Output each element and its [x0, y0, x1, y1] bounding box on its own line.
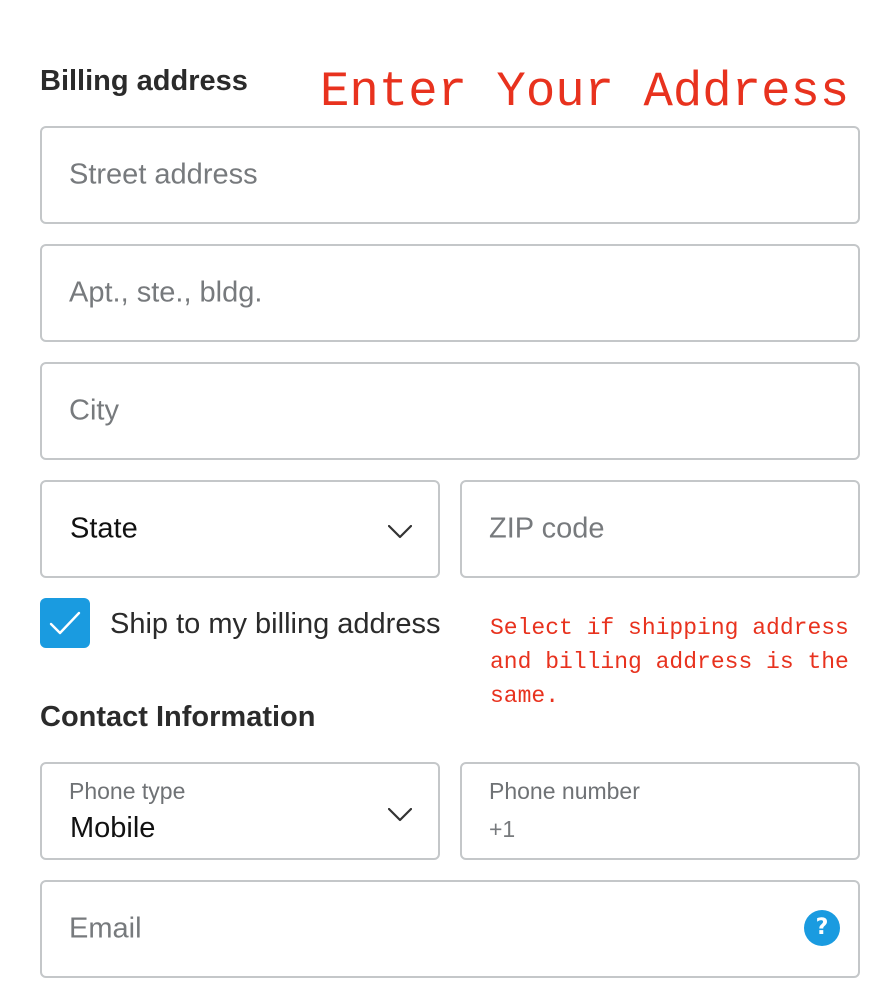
- zip-code-placeholder: ZIP code: [489, 512, 605, 545]
- phone-type-value: Mobile: [70, 812, 156, 844]
- city-placeholder: City: [69, 394, 119, 427]
- ship-to-billing-checkbox[interactable]: [40, 598, 90, 648]
- apt-field[interactable]: Apt., ste., bldg.: [40, 244, 860, 342]
- phone-country-prefix: +1: [489, 816, 516, 842]
- phone-number-label: Phone number: [489, 778, 640, 804]
- apt-placeholder: Apt., ste., bldg.: [69, 276, 263, 309]
- chevron-down-icon: [388, 808, 412, 822]
- phone-type-label: Phone type: [69, 778, 186, 804]
- question-mark-icon[interactable]: ?: [804, 910, 840, 946]
- state-select-value: State: [70, 512, 138, 545]
- checkmark-icon: [49, 611, 81, 635]
- billing-address-heading: Billing address: [40, 65, 248, 97]
- city-field[interactable]: City: [40, 362, 860, 460]
- phone-type-select[interactable]: Phone type Mobile: [40, 762, 440, 860]
- email-field[interactable]: Email ?: [40, 880, 860, 978]
- phone-number-field[interactable]: Phone number +1: [460, 762, 860, 860]
- enter-address-annotation: Enter Your Address: [320, 64, 850, 120]
- street-address-placeholder: Street address: [69, 158, 258, 191]
- state-select[interactable]: State: [40, 480, 440, 578]
- ship-checkbox-annotation: Select if shipping address and billing a…: [490, 615, 849, 709]
- chevron-down-icon: [388, 525, 412, 539]
- street-address-field[interactable]: Street address: [40, 126, 860, 224]
- zip-code-field[interactable]: ZIP code: [460, 480, 860, 578]
- contact-information-heading: Contact Information: [40, 701, 316, 733]
- email-placeholder: Email: [69, 912, 142, 945]
- ship-to-billing-label[interactable]: Ship to my billing address: [110, 608, 440, 641]
